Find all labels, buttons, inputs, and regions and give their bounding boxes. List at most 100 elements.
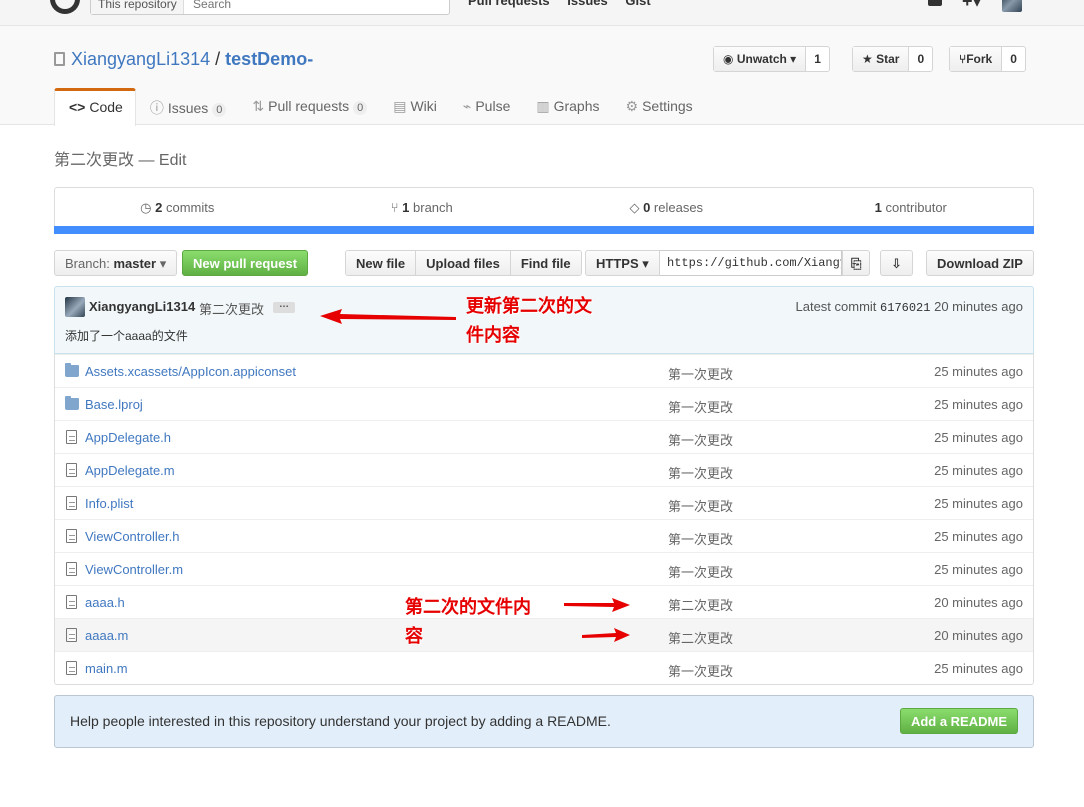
annotation-bottom: 第二次的文件内 容 (405, 597, 531, 646)
global-nav: Pull requests Issues Gist (468, 0, 665, 8)
file-list: Assets.xcassets/AppIcon.appiconset 第一次更改 2… (54, 354, 1034, 685)
repo-owner-link[interactable]: XiangyangLi1314 (71, 49, 210, 69)
pull-request-icon: ⇅ (252, 98, 265, 114)
table-row: Assets.xcassets/AppIcon.appiconset 第一次更改 2… (55, 354, 1033, 387)
github-logo-icon[interactable] (50, 0, 80, 14)
fork-button[interactable]: ⑂Fork (950, 47, 1003, 71)
commit-author-avatar[interactable] (65, 297, 85, 317)
file-commit-message[interactable]: 第一次更改 (668, 463, 733, 482)
file-commit-message[interactable]: 第一次更改 (668, 397, 733, 416)
watch-count[interactable]: 1 (806, 47, 829, 71)
file-age: 25 minutes ago (934, 463, 1023, 478)
add-readme-button[interactable]: Add a README (899, 708, 1018, 734)
fork-count[interactable]: 0 (1002, 47, 1025, 71)
nav-pull-requests[interactable]: Pull requests (468, 0, 550, 8)
table-row: AppDelegate.m 第一次更改 25 minutes ago (55, 453, 1033, 486)
readme-notice-text: Help people interested in this repositor… (70, 713, 611, 729)
table-row: Base.lproj 第一次更改 25 minutes ago (55, 387, 1033, 420)
branch-icon: ⑂ (390, 200, 399, 215)
copy-clipboard-icon[interactable]: ⎘ (842, 250, 871, 276)
repo-title: XiangyangLi1314 / testDemo- (54, 49, 313, 70)
file-commit-message[interactable]: 第二次更改 (668, 628, 733, 647)
repo-icon (54, 52, 65, 66)
file-commit-message[interactable]: 第一次更改 (668, 496, 733, 515)
tab-pull-requests[interactable]: ⇅ Pull requests 0 (238, 88, 379, 125)
repo-name-link[interactable]: testDemo- (225, 49, 313, 69)
commit-message[interactable]: 第二次更改 (199, 299, 264, 318)
tab-issues[interactable]: ⓘ Issues 0 (136, 88, 239, 125)
tab-pulse[interactable]: ⌁ Pulse (449, 88, 522, 125)
star-button[interactable]: ★ Star (853, 47, 910, 71)
language-bar[interactable] (54, 226, 1034, 234)
clone-url-input[interactable]: https://github.com/Xiangy (660, 250, 842, 276)
file-age: 25 minutes ago (934, 364, 1023, 379)
code-icon: <> (69, 99, 86, 115)
file-link[interactable]: ViewController.h (85, 529, 179, 544)
commit-sha[interactable]: 6176021 (880, 301, 930, 315)
folder-icon (65, 363, 79, 377)
eye-icon: ◉ (723, 52, 734, 66)
tab-graphs[interactable]: ▥ Graphs (522, 88, 611, 125)
clone-protocol-button[interactable]: HTTPS ▾ (585, 250, 660, 276)
create-new-plus-icon[interactable]: +▾ (962, 0, 982, 12)
table-row: main.m 第一次更改 25 minutes ago (55, 651, 1033, 684)
file-link[interactable]: Base.lproj (85, 397, 143, 412)
notifications-bell-icon[interactable] (928, 0, 942, 6)
find-file-button[interactable]: Find file (510, 251, 581, 275)
file-link[interactable]: Assets.xcassets/AppIcon.appiconset (85, 364, 296, 379)
repo-tabs: <> Code ⓘ Issues 0 ⇅ Pull requests 0 ▤ Wiki ⌁ P… (54, 88, 705, 126)
file-commit-message[interactable]: 第一次更改 (668, 529, 733, 548)
issues-count: 0 (212, 103, 227, 117)
file-link[interactable]: AppDelegate.h (85, 430, 171, 445)
file-icon (66, 661, 77, 675)
file-icon (66, 496, 77, 510)
upload-files-button[interactable]: Upload files (416, 251, 511, 275)
file-link[interactable]: ViewController.m (85, 562, 183, 577)
open-desktop-icon[interactable]: ⇩ (880, 250, 913, 276)
star-count[interactable]: 0 (909, 47, 932, 71)
file-age: 20 minutes ago (934, 628, 1023, 643)
readme-notice: Help people interested in this repositor… (54, 695, 1034, 748)
star-button-group: ★ Star 0 (852, 46, 934, 72)
tab-settings[interactable]: ⚙ Settings (612, 88, 705, 125)
file-actions-group: New file Upload files Find file (345, 250, 582, 276)
repo-header: XiangyangLi1314 / testDemo- ◉ Unwatch ▾ … (0, 26, 1084, 126)
repo-separator: / (215, 49, 221, 69)
history-icon: ◷ (140, 200, 152, 215)
table-row: AppDelegate.h 第一次更改 25 minutes ago (55, 420, 1033, 453)
tab-code[interactable]: <> Code (54, 88, 136, 126)
file-link[interactable]: aaaa.m (85, 628, 128, 643)
file-commit-message[interactable]: 第一次更改 (668, 364, 733, 383)
star-icon: ★ (862, 52, 873, 66)
file-icon (66, 463, 77, 477)
download-zip-button[interactable]: Download ZIP (926, 250, 1034, 276)
commit-author[interactable]: XiangyangLi1314 (89, 299, 195, 314)
new-pull-request-button[interactable]: New pull request (182, 250, 309, 276)
file-link[interactable]: main.m (85, 661, 128, 676)
file-link[interactable]: aaaa.h (85, 595, 125, 610)
pull-requests-count: 0 (353, 101, 368, 115)
nav-gist[interactable]: Gist (625, 0, 650, 8)
file-commit-message[interactable]: 第一次更改 (668, 661, 733, 680)
file-age: 25 minutes ago (934, 397, 1023, 412)
file-icon (66, 430, 77, 444)
search-box[interactable]: This repository (90, 0, 450, 15)
nav-issues[interactable]: Issues (567, 0, 607, 8)
file-commit-message[interactable]: 第一次更改 (668, 430, 733, 449)
new-file-button[interactable]: New file (346, 251, 417, 275)
repo-description: 第二次更改 — Edit (54, 152, 187, 169)
user-avatar[interactable] (1002, 0, 1022, 12)
search-scope[interactable]: This repository (91, 0, 184, 14)
commit-expand-ellipsis-icon[interactable]: … (273, 300, 295, 313)
file-commit-message[interactable]: 第二次更改 (668, 595, 733, 614)
search-input[interactable] (193, 0, 434, 11)
annotation-arrow-icon (320, 309, 456, 324)
unwatch-button[interactable]: ◉ Unwatch ▾ (714, 47, 807, 71)
file-commit-message[interactable]: 第一次更改 (668, 562, 733, 581)
file-link[interactable]: Info.plist (85, 496, 133, 511)
file-age: 25 minutes ago (934, 529, 1023, 544)
branch-select-button[interactable]: Branch: master ▾ (54, 250, 178, 276)
annotation-arrow-icon (564, 598, 630, 612)
tab-wiki[interactable]: ▤ Wiki (379, 88, 449, 125)
file-link[interactable]: AppDelegate.m (85, 463, 175, 478)
